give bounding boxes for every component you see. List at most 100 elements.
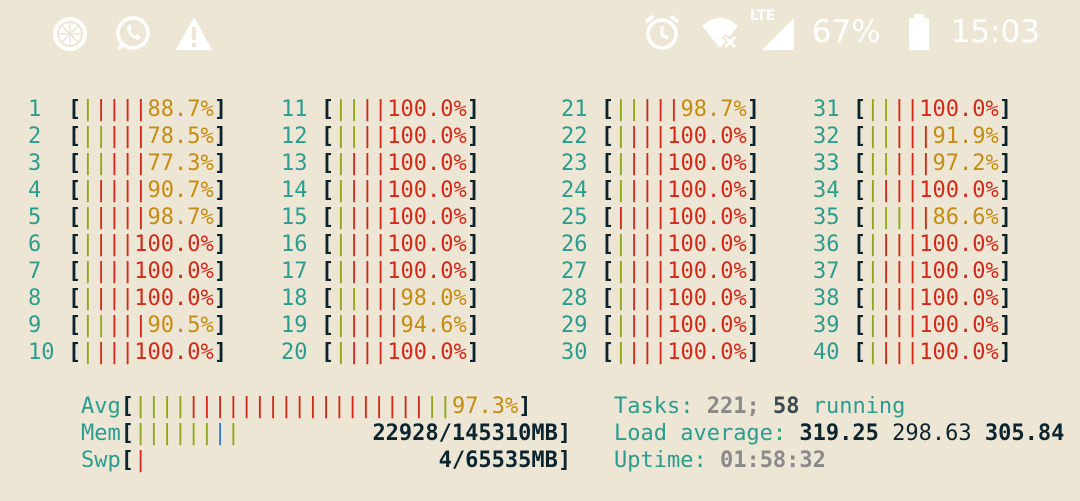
cpu-bar: |||| [614,178,668,203]
cpu-bar: ||||| [81,97,148,122]
cpu-bar: ||||| [81,313,148,338]
cpu-bar: |||| [334,259,388,284]
bracket-close: ] [213,124,227,149]
bracket-open: [ [321,232,335,257]
lemon-icon [50,14,90,54]
bracket-close: ] [213,205,227,230]
bracket-close: ] [746,313,760,338]
cpu-bar: |||| [614,340,668,365]
bracket-open: [ [321,151,335,176]
cpu-percent: 100.0% [387,259,467,284]
bracket-open: [ [853,340,867,365]
bracket-open: [ [321,97,335,122]
cpu-percent: 100.0% [919,313,999,338]
cpu-bar: ||||| [334,286,401,311]
tasks-line: Tasks: 221; 58 running [561,366,905,419]
cpu-meter: 13 [||||100.0%] [281,150,480,177]
bracket-open: [ [68,151,82,176]
cpu-number: 21 [561,97,588,122]
bracket-open: [ [321,124,335,149]
cpu-number: 24 [561,178,588,203]
cpu-percent: 100.0% [387,178,467,203]
swp-meter: Swp[| 4/65535MB] [80,448,572,473]
bracket-close: ] [746,286,760,311]
cpu-meter: 39 [||||100.0%] [813,312,1012,339]
cpu-number: 37 [813,259,840,284]
cpu-meter: 10 [||||100.0%] [28,339,227,366]
cpu-percent: 100.0% [667,178,747,203]
cpu-meter: 34 [||||100.0%] [813,177,1012,204]
cpu-percent: 77.3% [147,151,214,176]
cpu-percent: 100.0% [387,97,467,122]
cpu-bar: ||||| [81,124,148,149]
cpu-number: 5 [28,205,42,230]
bracket-close: ] [466,232,480,257]
cpu-meter: 4 [|||||90.7%] [28,177,227,204]
cpu-number: 35 [813,205,840,230]
uptime-value: 01:58:32 [719,448,826,473]
bracket-open: [ [601,286,615,311]
bracket-close: ] [466,286,480,311]
bracket-open: [ [321,205,335,230]
swp-value: 4/65535MB [438,448,558,473]
bracket-close: ] [213,151,227,176]
cpu-meter: 21 [|||||98.7%] [561,96,760,123]
bracket-close: ] [998,259,1012,284]
cpu-number: 11 [281,97,308,122]
cpu-meter: 17 [||||100.0%] [281,258,480,285]
cpu-bar: |||| [81,340,135,365]
cpu-bar: ||||| [614,97,681,122]
bracket-close: ] [998,205,1012,230]
cpu-meter: 2 [|||||78.5%] [28,123,227,150]
cpu-number: 26 [561,232,588,257]
bracket-open: [ [853,178,867,203]
bracket-open: [ [853,259,867,284]
bracket-close: ] [213,178,227,203]
bracket-close: ] [746,151,760,176]
cpu-number: 6 [28,232,42,257]
cpu-bar: |||| [334,124,388,149]
cpu-meter: 29 [||||100.0%] [561,312,760,339]
cpu-percent: 88.7% [147,97,214,122]
cpu-bar: |||| [334,232,388,257]
cpu-meter: 15 [||||100.0%] [281,204,480,231]
cpu-bar: |||| [334,151,388,176]
cpu-percent: 100.0% [667,205,747,230]
cpu-percent: 100.0% [667,286,747,311]
cpu-meter: 20 [||||100.0%] [281,339,480,366]
cpu-percent: 100.0% [919,286,999,311]
load-15min: 305.84 [984,421,1065,446]
bracket-open: [ [853,124,867,149]
bracket-open: [ [68,259,82,284]
cpu-percent: 90.7% [147,178,214,203]
cpu-meter: 14 [||||100.0%] [281,177,480,204]
cpu-number: 3 [28,151,42,176]
bracket-close: ] [746,259,760,284]
cpu-bar: |||| [334,97,388,122]
cpu-number: 36 [813,232,840,257]
cpu-meter: 9 [|||||90.5%] [28,312,227,339]
cpu-number: 39 [813,313,840,338]
cpu-percent: 100.0% [387,340,467,365]
cpu-meter: 12 [||||100.0%] [281,123,480,150]
cpu-percent: 100.0% [667,313,747,338]
cpu-meter: 1 [|||||88.7%] [28,96,227,123]
bracket-close: ] [213,97,227,122]
bracket-open: [ [601,124,615,149]
cpu-bar: |||| [866,313,920,338]
cpu-meter: 30 [||||100.0%] [561,339,760,366]
bracket-open: [ [321,313,335,338]
cpu-percent: 100.0% [919,340,999,365]
cpu-percent: 100.0% [919,232,999,257]
cpu-number: 30 [561,340,588,365]
cpu-number: 13 [281,151,308,176]
cpu-number: 31 [813,97,840,122]
cpu-percent: 100.0% [667,232,747,257]
cpu-percent: 100.0% [387,205,467,230]
cpu-bar: ||||| [866,151,933,176]
bracket-open: [ [321,259,335,284]
bracket-close: ] [466,97,480,122]
cpu-number: 15 [281,205,308,230]
notification-icons [50,14,214,54]
cpu-meter: 27 [||||100.0%] [561,258,760,285]
